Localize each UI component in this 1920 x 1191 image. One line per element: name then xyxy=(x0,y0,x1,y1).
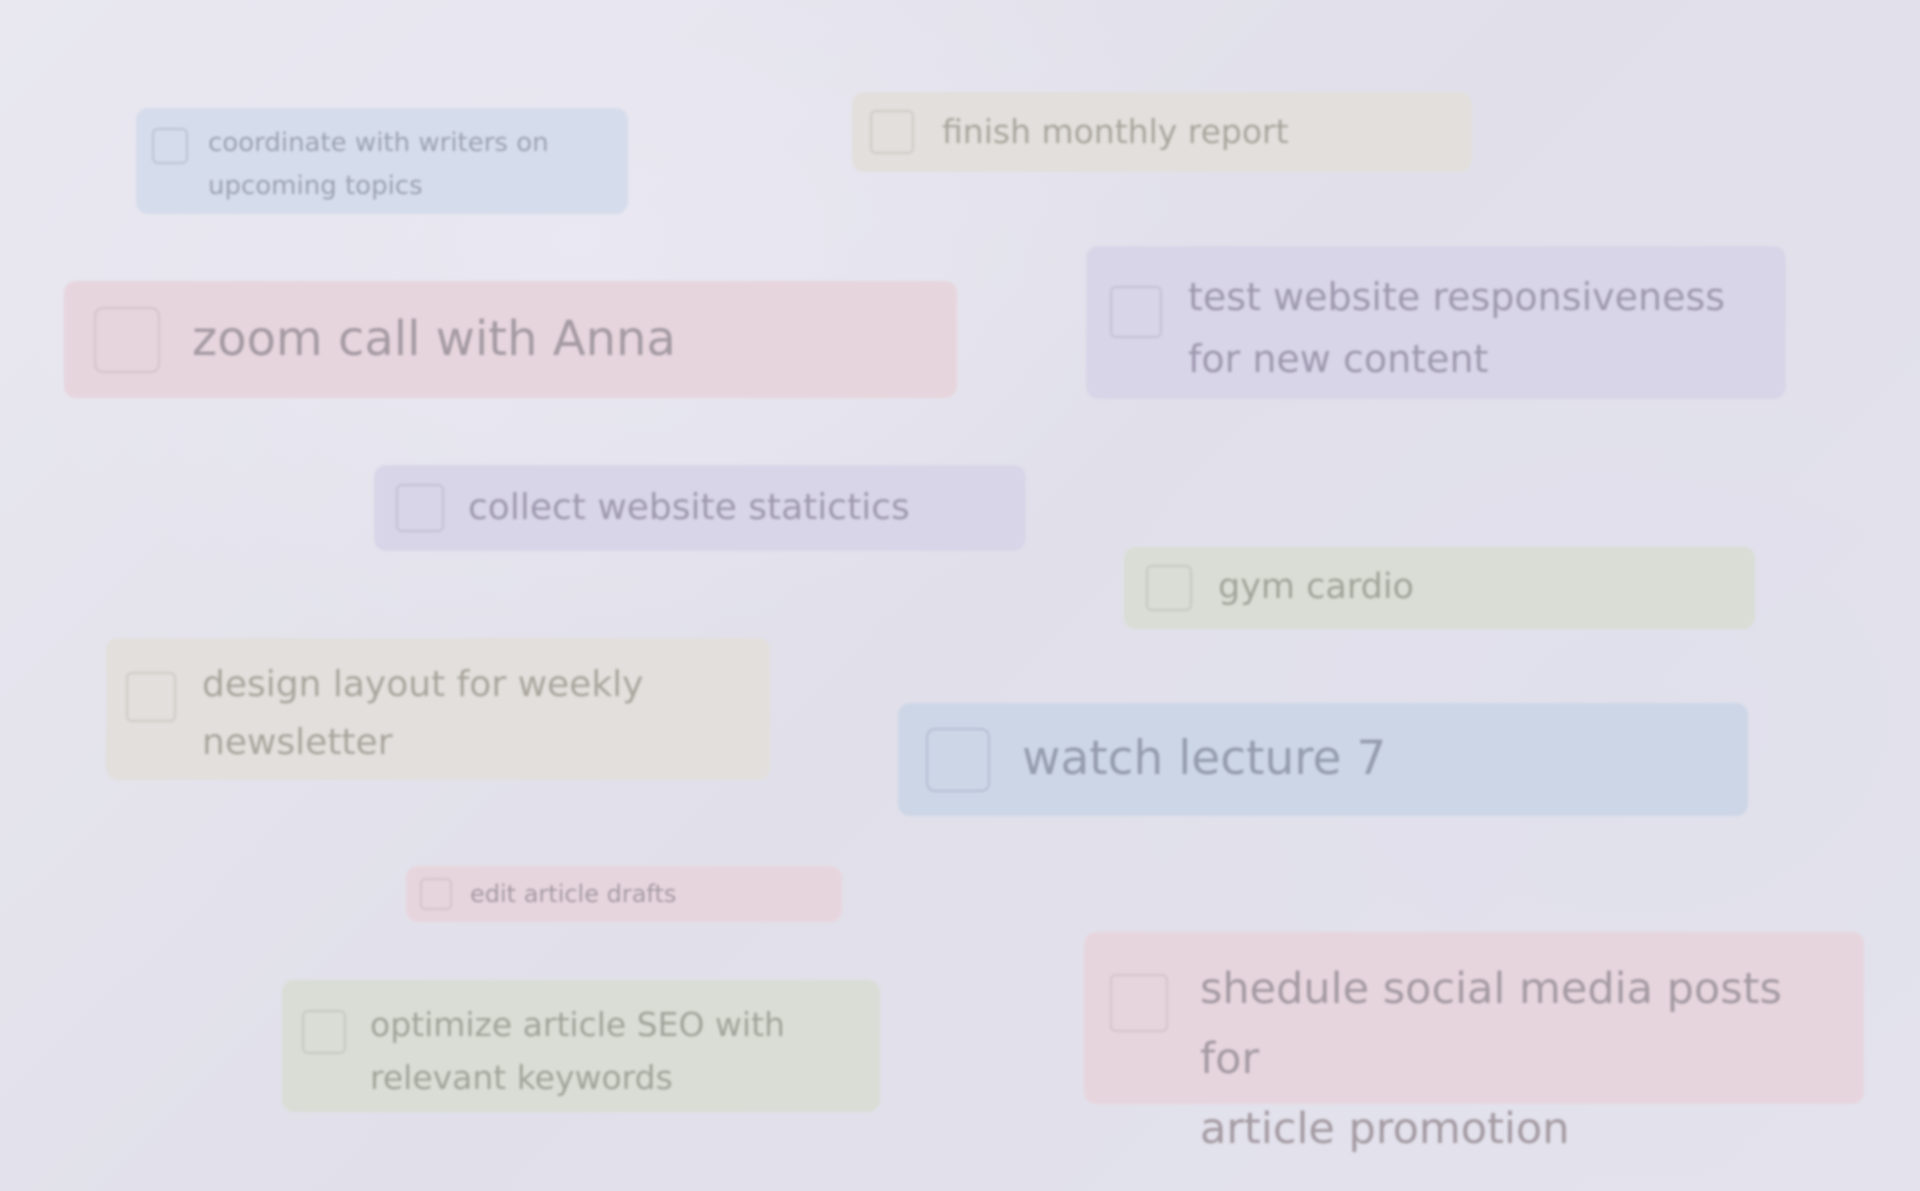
task-label: optimize article SEO with relevant keywo… xyxy=(370,1005,785,1097)
task-label: watch lecture 7 xyxy=(1022,731,1387,787)
task-label: gym cardio xyxy=(1218,567,1414,608)
task-checkbox[interactable] xyxy=(870,110,914,154)
task-card-coordinate[interactable]: coordinate with writers on upcoming topi… xyxy=(136,108,628,214)
task-card-test-website[interactable]: test website responsiveness for new cont… xyxy=(1086,246,1786,399)
task-label: coordinate with writers on upcoming topi… xyxy=(208,128,549,201)
task-board: coordinate with writers on upcoming topi… xyxy=(0,0,1920,1191)
task-card-collect-stats[interactable]: collect website statictics xyxy=(374,465,1026,551)
task-card-gym[interactable]: gym cardio xyxy=(1124,547,1755,629)
task-checkbox[interactable] xyxy=(126,672,176,722)
task-checkbox[interactable] xyxy=(302,1010,346,1054)
task-card-watch-lecture[interactable]: watch lecture 7 xyxy=(898,703,1748,816)
task-label: finish monthly report xyxy=(942,111,1289,151)
task-checkbox[interactable] xyxy=(94,306,160,373)
task-label: shedule social media posts for article p… xyxy=(1200,964,1782,1154)
task-checkbox[interactable] xyxy=(152,128,188,164)
task-checkbox[interactable] xyxy=(926,727,990,792)
task-checkbox[interactable] xyxy=(1146,565,1192,611)
task-card-edit-drafts[interactable]: edit article drafts xyxy=(406,866,842,922)
task-checkbox[interactable] xyxy=(396,484,444,532)
task-label: edit article drafts xyxy=(470,879,677,908)
task-card-design-layout[interactable]: design layout for weekly newsletter xyxy=(106,638,770,780)
task-checkbox[interactable] xyxy=(1110,974,1168,1032)
task-label: collect website statictics xyxy=(468,487,910,529)
task-label: zoom call with Anna xyxy=(192,311,676,368)
task-card-zoom-call[interactable]: zoom call with Anna xyxy=(64,281,957,398)
task-label: design layout for weekly newsletter xyxy=(202,664,644,763)
task-checkbox[interactable] xyxy=(1110,286,1162,338)
task-label: test website responsiveness for new cont… xyxy=(1188,275,1726,381)
task-checkbox[interactable] xyxy=(420,878,452,910)
task-card-optimize-seo[interactable]: optimize article SEO with relevant keywo… xyxy=(282,980,880,1112)
task-card-schedule-social[interactable]: shedule social media posts for article p… xyxy=(1084,932,1864,1154)
task-card-finish-report[interactable]: finish monthly report xyxy=(852,92,1472,172)
